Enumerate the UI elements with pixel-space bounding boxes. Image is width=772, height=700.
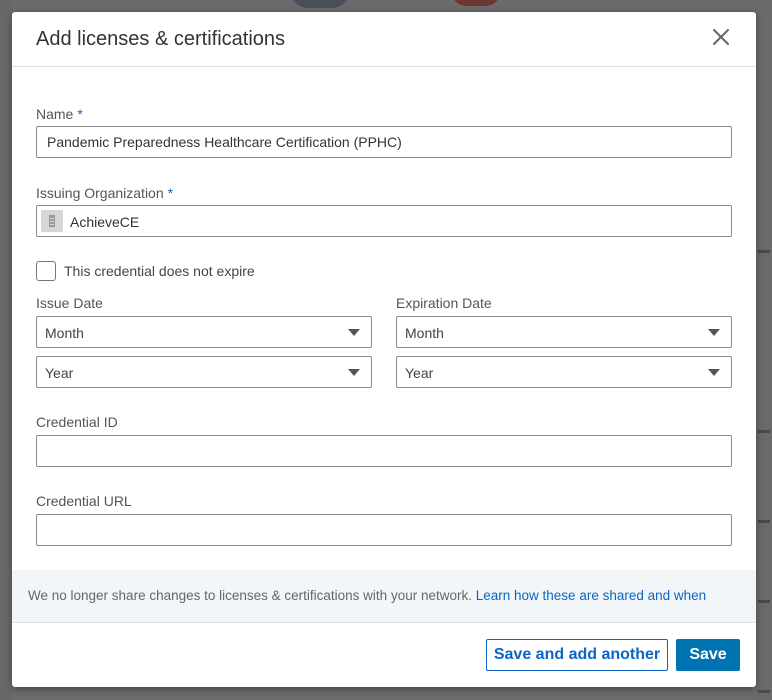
add-certification-dialog: Add licenses & certifications Name* Issu…: [12, 12, 756, 687]
credential-id-label: Credential ID: [36, 414, 118, 430]
issuing-organization-input[interactable]: AchieveCE: [36, 205, 732, 237]
learn-more-link[interactable]: Learn how these are shared and when: [476, 588, 706, 603]
dialog-header: Add licenses & certifications: [12, 12, 756, 67]
expiration-year-select[interactable]: Year: [396, 356, 732, 388]
expiration-year-value: Year: [405, 365, 434, 381]
name-label: Name *: [36, 106, 83, 122]
issuing-organization-value: AchieveCE: [70, 214, 140, 230]
no-expire-label[interactable]: This credential does not expire: [64, 263, 255, 279]
share-notice: We no longer share changes to licenses &…: [12, 570, 756, 623]
issue-month-value: Month: [45, 325, 84, 341]
credential-url-label: Credential URL: [36, 493, 132, 509]
share-notice-message: We no longer share changes to licenses &…: [28, 588, 472, 603]
dialog-title: Add licenses & certifications: [36, 28, 286, 50]
save-and-add-another-button[interactable]: Save and add another: [486, 639, 668, 671]
close-icon: [713, 29, 729, 45]
issue-year-value: Year: [45, 365, 74, 381]
name-required-mark: *: [77, 106, 83, 122]
issuing-organization-required-mark: *: [167, 185, 174, 201]
issuing-organization-label: Issuing Organization *: [36, 185, 173, 201]
background-right-edge: [756, 0, 772, 700]
background-left-edge: [0, 0, 12, 700]
name-input[interactable]: [36, 126, 732, 158]
close-button[interactable]: [708, 24, 734, 50]
issue-month-select[interactable]: Month: [36, 316, 372, 348]
issue-date-label: Issue Date: [36, 295, 103, 311]
issue-year-select[interactable]: Year: [36, 356, 372, 388]
expiration-month-value: Month: [405, 325, 444, 341]
name-label-text: Name: [36, 106, 74, 122]
credential-url-input[interactable]: [36, 514, 732, 546]
credential-id-input[interactable]: [36, 435, 732, 467]
caret-down-icon: [708, 329, 720, 336]
expiration-date-label: Expiration Date: [396, 295, 492, 311]
caret-down-icon: [348, 329, 360, 336]
expiration-month-select[interactable]: Month: [396, 316, 732, 348]
building-icon: [41, 210, 63, 232]
caret-down-icon: [708, 369, 720, 376]
caret-down-icon: [348, 369, 360, 376]
share-notice-text: We no longer share changes to licenses &…: [28, 588, 706, 603]
no-expire-checkbox[interactable]: [36, 261, 56, 281]
save-button[interactable]: Save: [676, 639, 740, 671]
issuing-organization-label-text: Issuing Organization: [36, 185, 164, 201]
